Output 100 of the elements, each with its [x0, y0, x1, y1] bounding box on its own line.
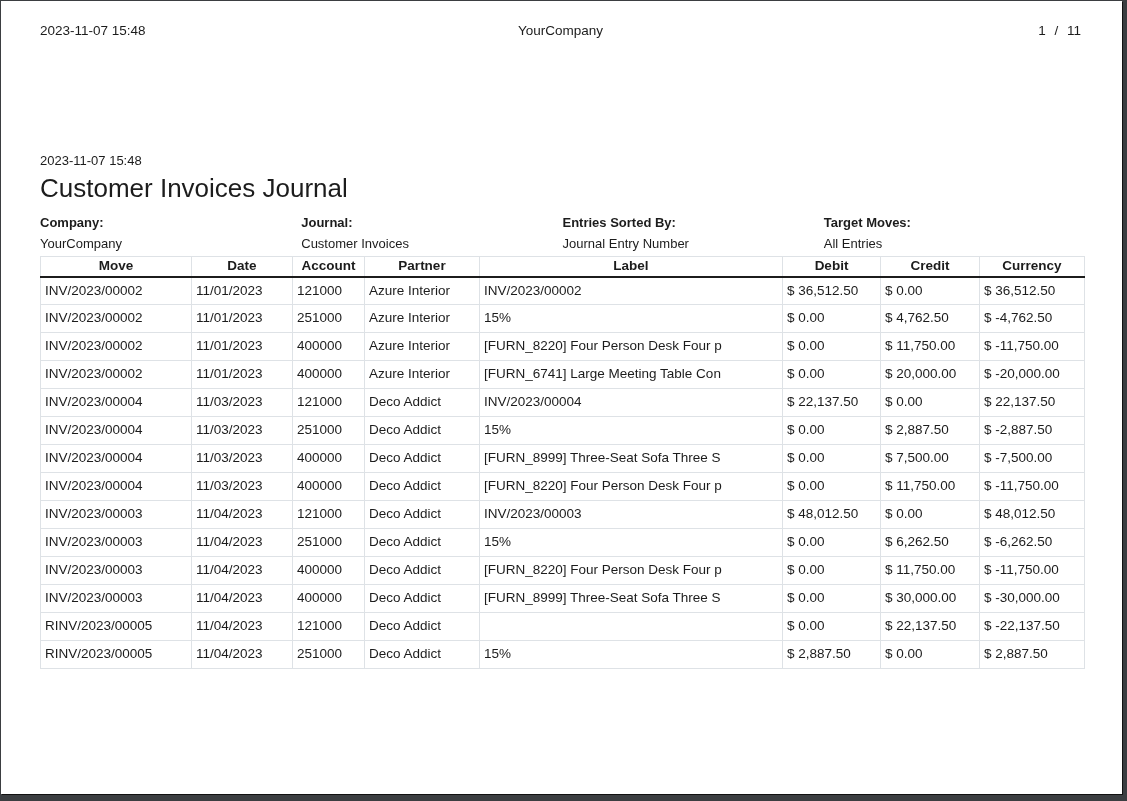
table-cell: $ -2,887.50 [979, 416, 1085, 445]
table-cell: Azure Interior [364, 332, 480, 361]
table-cell: 11/04/2023 [191, 528, 293, 557]
table-cell: $ 22,137.50 [880, 612, 980, 641]
table-cell: Deco Addict [364, 500, 480, 529]
table-cell: $ 0.00 [880, 388, 980, 417]
table-cell: INV/2023/00003 [40, 528, 192, 557]
table-cell: $ 0.00 [782, 612, 881, 641]
table-cell: INV/2023/00002 [40, 276, 192, 305]
table-cell: 15% [479, 416, 783, 445]
table-cell: 11/01/2023 [191, 360, 293, 389]
table-cell: $ 22,137.50 [782, 388, 881, 417]
table-cell: Deco Addict [364, 584, 480, 613]
column-header: Partner [364, 256, 480, 277]
table-cell: 400000 [292, 556, 365, 585]
table-cell: $ 0.00 [782, 556, 881, 585]
table-cell: $ 0.00 [880, 640, 980, 669]
table-cell: 11/04/2023 [191, 612, 293, 641]
column-header: Account [292, 256, 365, 277]
table-cell: 251000 [292, 304, 365, 333]
table-cell: 121000 [292, 276, 365, 305]
column-header: Date [191, 256, 293, 277]
table-cell: $ 36,512.50 [979, 276, 1085, 305]
table-cell: [FURN_8999] Three-Seat Sofa Three S [479, 444, 783, 473]
table-cell: [FURN_8220] Four Person Desk Four p [479, 556, 783, 585]
company-name: YourCompany [517, 23, 604, 38]
table-cell: $ 2,887.50 [880, 416, 980, 445]
table-cell: 121000 [292, 388, 365, 417]
table-cell: INV/2023/00003 [40, 584, 192, 613]
table-cell: Azure Interior [364, 276, 480, 305]
table-cell: Deco Addict [364, 528, 480, 557]
table-cell: 11/01/2023 [191, 276, 293, 305]
table-cell: $ 7,500.00 [880, 444, 980, 473]
table-cell: 251000 [292, 416, 365, 445]
table-cell: 15% [479, 528, 783, 557]
table-cell: 11/04/2023 [191, 640, 293, 669]
table-cell: 400000 [292, 584, 365, 613]
table-cell: 400000 [292, 472, 365, 501]
table-cell: $ -22,137.50 [979, 612, 1085, 641]
table-cell: INV/2023/00002 [479, 276, 783, 305]
filter-value: YourCompany [40, 234, 122, 253]
table-cell: 11/04/2023 [191, 500, 293, 529]
table-cell: Deco Addict [364, 556, 480, 585]
table-cell: INV/2023/00004 [40, 472, 192, 501]
table-cell: Deco Addict [364, 416, 480, 445]
print-timestamp: 2023-11-07 15:48 [40, 23, 146, 38]
filter-value: All Entries [823, 234, 883, 253]
table-cell: [FURN_8999] Three-Seat Sofa Three S [479, 584, 783, 613]
table-cell: INV/2023/00003 [479, 500, 783, 529]
table-cell: $ 4,762.50 [880, 304, 980, 333]
table-cell: [FURN_8220] Four Person Desk Four p [479, 332, 783, 361]
table-cell: 400000 [292, 444, 365, 473]
table-cell: 11/03/2023 [191, 388, 293, 417]
table-cell: $ 0.00 [782, 444, 881, 473]
table-cell: $ 2,887.50 [782, 640, 881, 669]
table-cell: 11/03/2023 [191, 416, 293, 445]
table-cell: 15% [479, 640, 783, 669]
table-cell: $ 0.00 [880, 500, 980, 529]
table-cell: INV/2023/00003 [40, 556, 192, 585]
table-cell: INV/2023/00004 [40, 416, 192, 445]
table-cell: INV/2023/00003 [40, 500, 192, 529]
table-cell: $ 0.00 [782, 416, 881, 445]
table-cell: 11/03/2023 [191, 444, 293, 473]
table-cell: $ 0.00 [880, 276, 980, 305]
table-cell: $ -11,750.00 [979, 556, 1085, 585]
table-cell: $ -20,000.00 [979, 360, 1085, 389]
table-cell: [FURN_8220] Four Person Desk Four p [479, 472, 783, 501]
table-cell: $ -11,750.00 [979, 472, 1085, 501]
table-cell: $ 36,512.50 [782, 276, 881, 305]
table-cell: INV/2023/00004 [40, 444, 192, 473]
filter-value: Customer Invoices [301, 234, 409, 253]
table-cell: $ 0.00 [782, 360, 881, 389]
page-number: 1 / 11 [1038, 23, 1081, 38]
column-header: Label [479, 256, 783, 277]
table-cell: 11/01/2023 [191, 304, 293, 333]
table-cell: $ 20,000.00 [880, 360, 980, 389]
column-header: Credit [880, 256, 980, 277]
table-cell: $ 11,750.00 [880, 556, 980, 585]
table-cell: Deco Addict [364, 472, 480, 501]
table-cell: 251000 [292, 640, 365, 669]
table-cell: 121000 [292, 500, 365, 529]
table-cell: 251000 [292, 528, 365, 557]
table-cell: Azure Interior [364, 360, 480, 389]
table-cell: Azure Interior [364, 304, 480, 333]
column-header: Debit [782, 256, 881, 277]
table-cell: INV/2023/00004 [479, 388, 783, 417]
table-cell: $ -4,762.50 [979, 304, 1085, 333]
filter-label: Target Moves: [823, 214, 911, 232]
table-cell: 11/04/2023 [191, 584, 293, 613]
table-cell: 11/03/2023 [191, 472, 293, 501]
column-header: Currency [979, 256, 1085, 277]
table-cell: $ 6,262.50 [880, 528, 980, 557]
table-cell: Deco Addict [364, 612, 480, 641]
table-cell: INV/2023/00002 [40, 304, 192, 333]
filter-label: Journal: [301, 214, 353, 232]
table-cell: $ -6,262.50 [979, 528, 1085, 557]
table-cell: [FURN_6741] Large Meeting Table Con [479, 360, 783, 389]
report-timestamp: 2023-11-07 15:48 [40, 153, 142, 168]
table-cell: INV/2023/00002 [40, 332, 192, 361]
table-cell: $ -7,500.00 [979, 444, 1085, 473]
